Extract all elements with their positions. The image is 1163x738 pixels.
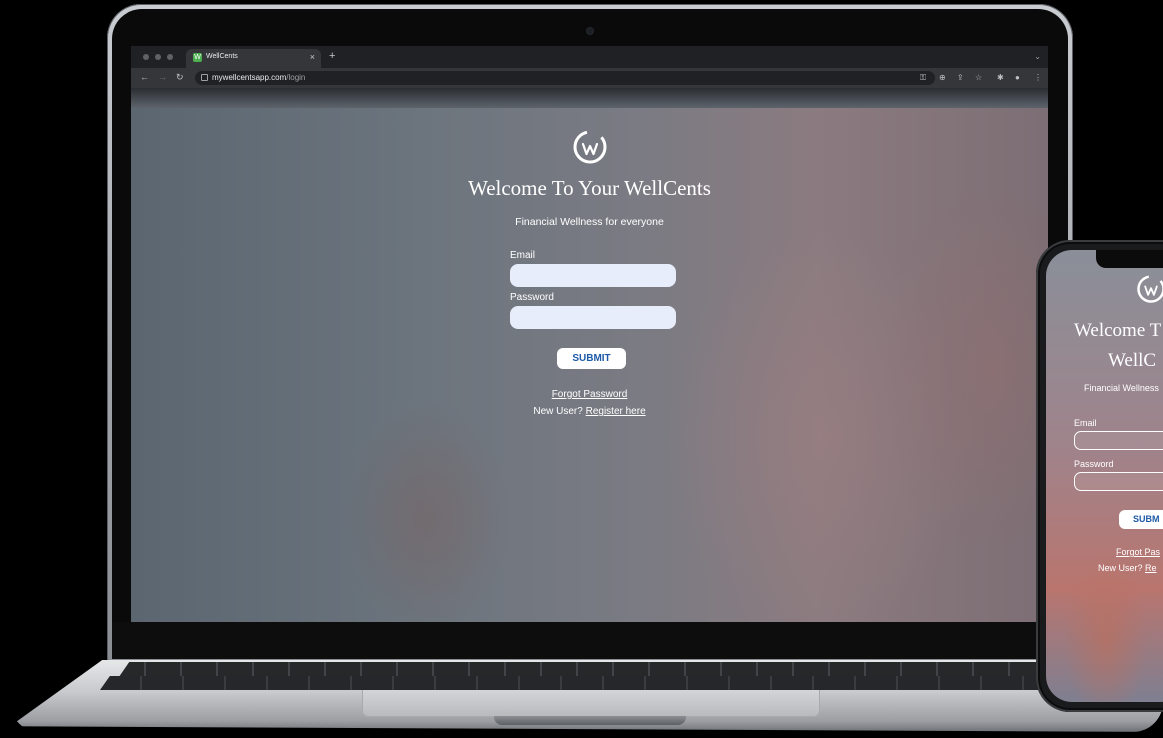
register-link[interactable]: Register here [586, 406, 646, 417]
zoom-icon[interactable]: ⊕ [939, 73, 946, 83]
email-label: Email [510, 250, 536, 261]
submit-button[interactable]: SUBMIT [557, 348, 626, 369]
plus-icon[interactable]: + [329, 50, 335, 62]
phone-email-label: Email [1074, 418, 1097, 428]
password-label: Password [510, 292, 554, 303]
share-icon[interactable]: ⇪ [957, 73, 964, 83]
phone-email-field[interactable] [1074, 431, 1163, 450]
forward-arrow-icon[interactable]: → [158, 72, 167, 83]
page-title: Welcome To Your WellCents [468, 176, 711, 200]
reload-icon[interactable]: ↻ [176, 72, 184, 83]
phone-notch [1096, 250, 1163, 268]
extensions-icon[interactable]: ✱ [997, 73, 1004, 83]
forgot-password-row: Forgot Password [131, 389, 1048, 400]
address-bar[interactable]: mywellcentsapp.com/login [195, 71, 935, 85]
base-notch [494, 716, 686, 725]
phone-password-field[interactable] [1074, 472, 1163, 491]
camera-icon [587, 28, 593, 34]
close-icon[interactable]: × [310, 52, 315, 62]
new-user-row: New User? Register here [131, 406, 1048, 417]
laptop-screen: W WellCents × + ⌄ ← → ↻ mywellcentsapp.c… [131, 46, 1048, 622]
chevron-down-icon[interactable]: ⌄ [1034, 52, 1041, 61]
key-icon[interactable]: ⚿ [920, 73, 926, 83]
lock-icon [201, 74, 208, 81]
screen-chin [112, 622, 1068, 659]
trackpad [362, 690, 820, 717]
phone-page-title: Welcome T WellC [1074, 316, 1163, 376]
minimize-window-icon[interactable] [155, 54, 161, 60]
browser-tab[interactable]: W WellCents × [186, 49, 321, 68]
forgot-password-link[interactable]: Forgot Password [552, 389, 628, 400]
phone-password-label: Password [1074, 459, 1114, 469]
page-top-strip [131, 88, 1048, 108]
phone-title-line: WellC [1108, 350, 1157, 371]
phone-register-link[interactable]: Re [1145, 563, 1157, 573]
profile-icon[interactable]: ● [1015, 73, 1020, 83]
wellcents-logo-icon [573, 130, 607, 164]
close-window-icon[interactable] [143, 54, 149, 60]
phone-forgot-link[interactable]: Forgot Pas [1116, 547, 1160, 557]
wellcents-logo-icon [1137, 275, 1163, 303]
login-page: Welcome To Your WellCents Financial Well… [131, 108, 1048, 622]
password-field[interactable] [510, 306, 676, 329]
tagline: Financial Wellness for everyone [515, 216, 664, 228]
maximize-window-icon[interactable] [167, 54, 173, 60]
phone-title-line: Welcome T [1074, 320, 1162, 341]
phone-screen: Welcome T WellC Financial Wellness Email… [1046, 250, 1163, 702]
phone-new-user-text: New User? [1098, 563, 1143, 573]
phone-submit-button[interactable]: SUBM [1119, 510, 1163, 529]
browser-tabbar: W WellCents × + ⌄ [131, 46, 1048, 68]
favicon-icon: W [193, 53, 202, 62]
phone-forgot-row: Forgot Pas [1116, 547, 1160, 557]
new-user-text: New User? [533, 406, 583, 417]
back-arrow-icon[interactable]: ← [140, 72, 149, 83]
phone-new-user-row: New User? Re [1098, 563, 1157, 573]
phone-tagline: Financial Wellness [1084, 383, 1159, 393]
star-icon[interactable]: ☆ [975, 73, 982, 83]
url-text: mywellcentsapp.com/login [212, 73, 306, 82]
email-field[interactable] [510, 264, 676, 287]
browser-toolbar: ← → ↻ mywellcentsapp.com/login ⚿ ⊕ ⇪ ☆ ✱… [131, 68, 1048, 88]
kebab-menu-icon[interactable]: ⋮ [1034, 73, 1042, 83]
tab-title: WellCents [206, 53, 238, 60]
keyboard-row [100, 676, 1085, 690]
